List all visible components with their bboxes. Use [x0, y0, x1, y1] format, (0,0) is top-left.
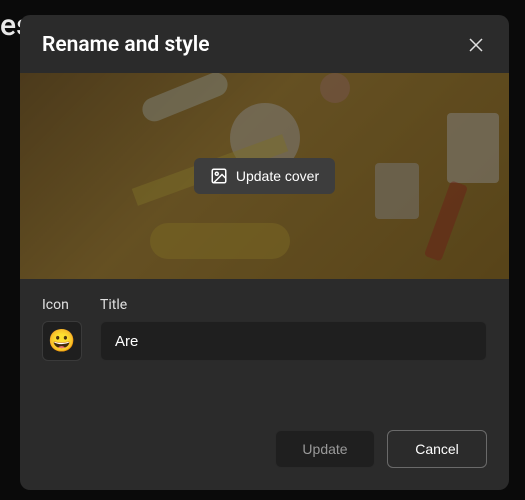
cancel-button[interactable]: Cancel: [387, 430, 487, 468]
rename-style-modal: Rename and style Update cover Icon 😀 Tit…: [20, 15, 509, 490]
update-cover-button[interactable]: Update cover: [194, 158, 335, 194]
title-field-group: Title: [100, 297, 487, 361]
title-input[interactable]: [100, 321, 487, 361]
modal-header: Rename and style: [20, 15, 509, 73]
close-icon: [468, 37, 484, 53]
cover-image-area: Update cover: [20, 73, 509, 279]
icon-field-group: Icon 😀: [42, 297, 82, 361]
close-button[interactable]: [465, 34, 487, 56]
modal-footer: Update Cancel: [20, 404, 509, 490]
icon-picker[interactable]: 😀: [42, 321, 82, 361]
image-icon: [210, 167, 228, 185]
icon-label: Icon: [42, 297, 82, 313]
update-cover-label: Update cover: [236, 168, 319, 184]
form-area: Icon 😀 Title: [20, 279, 509, 361]
update-button[interactable]: Update: [275, 430, 375, 468]
modal-title: Rename and style: [42, 33, 210, 57]
title-label: Title: [100, 297, 487, 313]
